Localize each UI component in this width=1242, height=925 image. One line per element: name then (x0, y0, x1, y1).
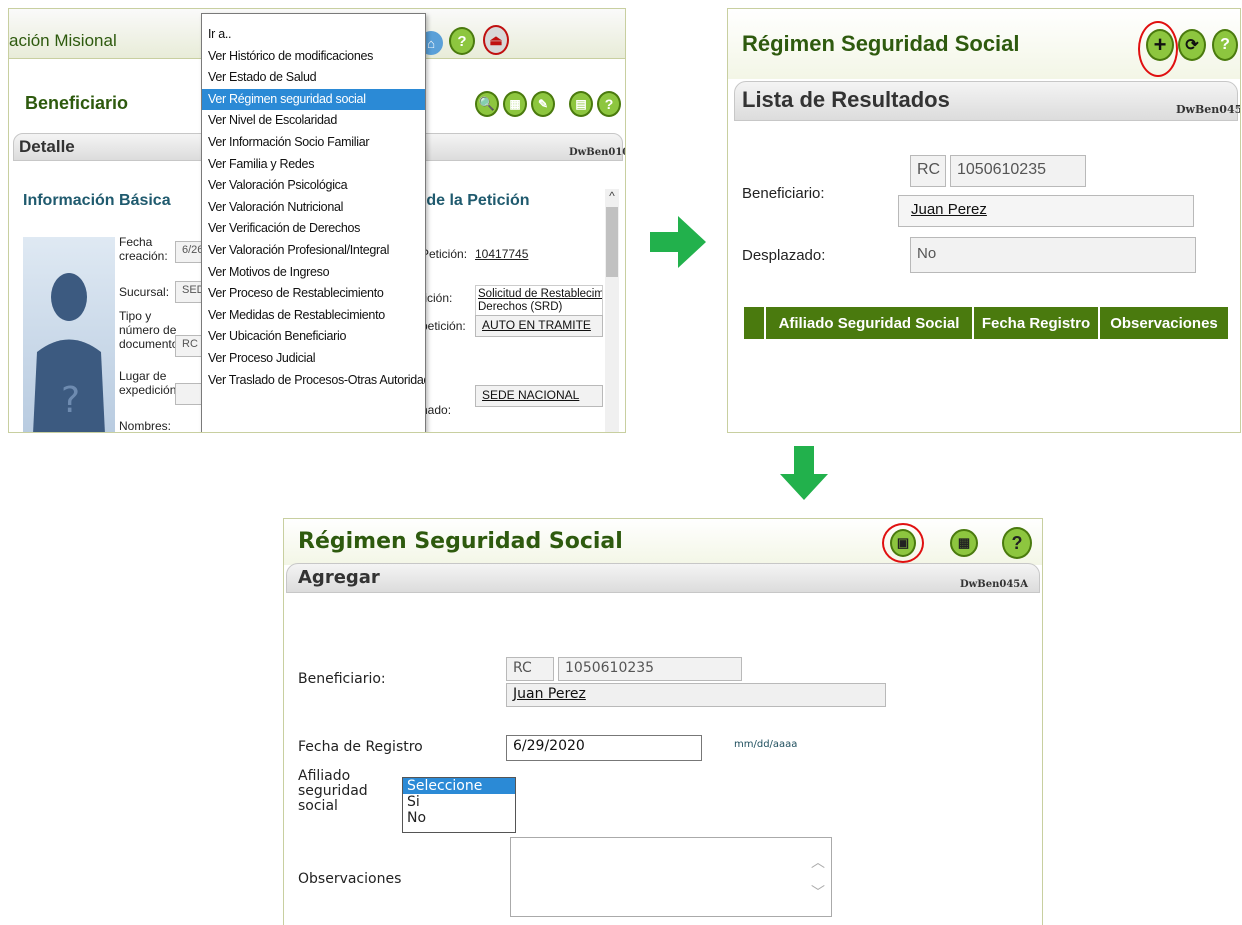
tipo-doc-label: Tipo y número de documento: (119, 309, 182, 351)
agregar-bar-title: Agregar (298, 567, 380, 588)
column-header-afiliado[interactable]: Afiliado Seguridad Social (764, 307, 972, 339)
help-icon[interactable]: ? (597, 91, 621, 117)
select-option[interactable]: Si (403, 794, 515, 810)
page-title: Régimen Seguridad Social (742, 31, 1020, 56)
fecha-hint: mm/dd/aaaa (734, 739, 798, 750)
help-icon[interactable]: ? (1212, 29, 1238, 61)
refresh-icon[interactable]: ⟳ (1178, 29, 1206, 61)
scroll-thumb[interactable] (606, 207, 618, 277)
results-table-header: Afiliado Seguridad Social Fecha Registro… (744, 307, 1228, 339)
info-peticion-heading: s de la Petición (413, 192, 530, 209)
estado-value: AUTO EN TRAMITE (482, 318, 591, 332)
name-field: Juan Perez (506, 683, 886, 707)
scroll-up-icon[interactable]: ︿ (811, 852, 825, 872)
menu-item[interactable]: Ver Medidas de Restablecimiento (202, 305, 425, 327)
help-icon[interactable]: ? (1002, 527, 1032, 559)
form-code: DwBen010D (569, 147, 625, 158)
doc-type-field: RC (506, 657, 554, 681)
beneficiario-label: Beneficiario: (298, 671, 386, 687)
doc-type-field: RC (910, 155, 946, 187)
menu-item[interactable]: Ver Motivos de Ingreso (202, 262, 425, 284)
document-icon[interactable]: ▤ (569, 91, 593, 117)
grid-icon[interactable]: ▦ (950, 529, 978, 557)
beneficiario-name: Juan Perez (513, 686, 586, 702)
tipo-peticion-value-2: Derechos (SRD) (478, 301, 563, 313)
menu-item[interactable]: Ver Traslado de Procesos-Otras Autoridad… (202, 370, 425, 392)
regimen-agregar-panel: Régimen Seguridad Social ▣ ▦ ? Agregar D… (283, 518, 1043, 925)
tipo-peticion-value: Solicitud de Restablecimier (478, 288, 603, 300)
fecha-label: Fecha creación: (119, 235, 168, 263)
menu-item[interactable]: Ver Valoración Profesional/Integral (202, 240, 425, 262)
sede-field[interactable]: SEDE NACIONAL (475, 385, 603, 407)
help-icon[interactable]: ? (449, 27, 475, 55)
menu-item[interactable]: Ver Ubicación Beneficiario (202, 326, 425, 348)
estado-label: petición: (421, 319, 466, 333)
info-basica-heading: Información Básica (23, 192, 171, 209)
name-field: Juan Perez (898, 195, 1194, 227)
menu-item-selected[interactable]: Ver Régimen seguridad social (202, 88, 425, 111)
menu-item[interactable]: Ver Proceso Judicial (202, 348, 425, 370)
column-header-observaciones[interactable]: Observaciones (1098, 307, 1228, 339)
desplazado-field: No (910, 237, 1196, 273)
sede-value: SEDE NACIONAL (482, 388, 580, 402)
beneficiario-label: Beneficiario: (742, 185, 825, 202)
detail-bar-title: Detalle (19, 137, 75, 156)
select-option[interactable]: No (403, 810, 515, 826)
tipo-peticion-field[interactable]: Solicitud de Restablecimier Derechos (SR… (475, 285, 603, 317)
menu-item[interactable]: Ver Proceso de Restablecimiento (202, 283, 425, 305)
results-bar-title: Lista de Resultados (742, 87, 950, 112)
menu-item[interactable]: Ver Nivel de Escolaridad (202, 110, 425, 132)
menu-item[interactable]: Ver Estado de Salud (202, 67, 425, 89)
avatar: ? (23, 237, 115, 432)
section-title: Beneficiario (25, 93, 129, 113)
arrow-right-icon (650, 216, 706, 268)
select-option[interactable]: Seleccione (403, 778, 515, 794)
search-icon[interactable]: 🔍 (475, 91, 499, 117)
afiliado-select[interactable]: Seleccione Si No (402, 777, 516, 833)
menu-item[interactable]: Ver Histórico de modificaciones (202, 46, 425, 68)
scroll-down-icon[interactable]: ﹀ (811, 882, 825, 902)
sucursal-label: Sucursal: (119, 285, 170, 299)
afiliado-label: Afiliado seguridad social (298, 768, 368, 814)
menu-item[interactable]: Ir a.. (202, 24, 425, 46)
exit-icon[interactable]: ⏏ (483, 25, 509, 55)
svg-text:?: ? (61, 380, 80, 421)
form-code: DwBen045A (960, 579, 1028, 590)
observaciones-textarea[interactable]: ︿ ﹀ (510, 837, 832, 917)
menu-item[interactable]: Ver Familia y Redes (202, 154, 425, 176)
form-code: DwBen045L (1176, 103, 1240, 116)
doc-number-field: 1050610235 (558, 657, 742, 681)
app-title: ación Misional (9, 31, 117, 50)
nombres-label: Nombres: (119, 419, 172, 433)
lugar-label: Lugar de expedición: (119, 369, 180, 397)
beneficiario-name: Juan Perez (911, 201, 987, 218)
ir-a-menu[interactable]: Ir a.. Ver Histórico de modificaciones V… (201, 13, 426, 432)
observaciones-label: Observaciones (298, 871, 402, 887)
highlight-ring (1138, 21, 1178, 77)
agregar-bar (286, 563, 1040, 593)
table-header-spacer (744, 307, 764, 339)
grid-icon[interactable]: ▦ (503, 91, 527, 117)
regimen-list-panel: Régimen Seguridad Social + ⟳ ? Lista de … (727, 8, 1241, 433)
estado-field[interactable]: AUTO EN TRAMITE (475, 315, 603, 337)
fecha-registro-input[interactable]: 6/29/2020 (506, 735, 702, 761)
menu-item[interactable]: Ver Información Socio Familiar (202, 132, 425, 154)
desplazado-label: Desplazado: (742, 247, 826, 264)
highlight-ring (882, 523, 924, 563)
scroll-up-icon[interactable]: ^ (605, 189, 619, 203)
scrollbar[interactable]: ^ (605, 189, 619, 432)
menu-item[interactable]: Ver Valoración Nutricional (202, 197, 425, 219)
peticion-label: Petición: (421, 247, 468, 261)
beneficiario-detail-panel: ación Misional ⌂ ? ⏏ Beneficiario 🔍 ▦ ✎ … (8, 8, 626, 433)
menu-item[interactable]: Ver Verificación de Derechos (202, 218, 425, 240)
page-title: Régimen Seguridad Social (298, 529, 623, 554)
edit-icon[interactable]: ✎ (531, 91, 555, 117)
peticion-value: 10417745 (475, 247, 529, 261)
person-silhouette-icon: ? (33, 273, 105, 432)
doc-number-field: 1050610235 (950, 155, 1086, 187)
arrow-down-icon (780, 446, 828, 500)
menu-item[interactable]: Ver Valoración Psicológica (202, 175, 425, 197)
fecha-registro-label: Fecha de Registro (298, 739, 423, 755)
column-header-fecha[interactable]: Fecha Registro (972, 307, 1098, 339)
